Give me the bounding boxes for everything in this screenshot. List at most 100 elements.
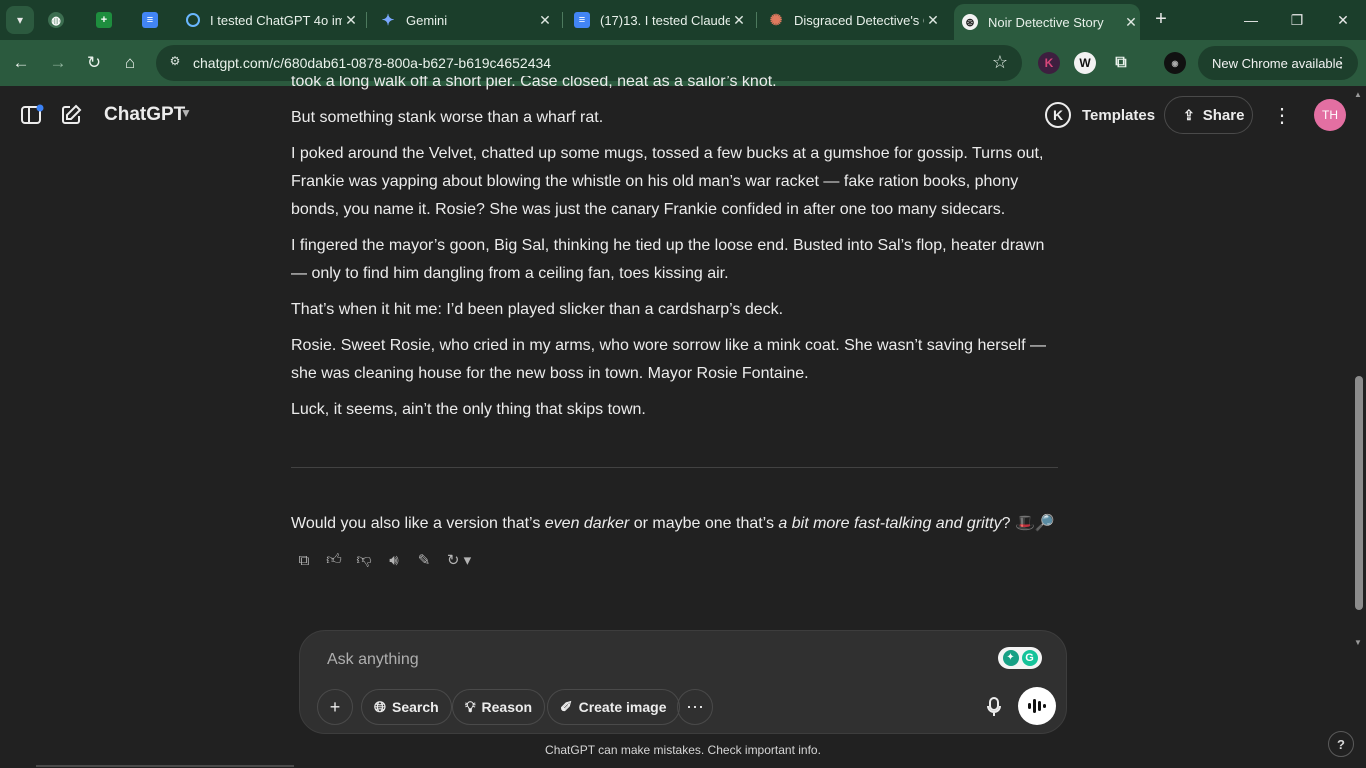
bookmark-star-icon[interactable]: ☆ [992, 52, 1008, 73]
tab-search-button[interactable]: ▾ [6, 6, 34, 34]
followup-question: Would you also like a version that’s eve… [291, 510, 1055, 538]
close-icon[interactable]: ✕ [1122, 14, 1140, 31]
reason-label: Reason [481, 699, 533, 715]
docs-icon: ≡ [574, 12, 590, 28]
gemini-icon: ✦ [381, 12, 395, 29]
search-button[interactable]: 🌐︎ Search [361, 689, 452, 725]
close-icon[interactable]: ✕ [924, 12, 942, 29]
search-label: Search [392, 699, 439, 715]
message-paragraph: took a long walk off a short pier. Case … [291, 76, 1061, 96]
tab-pinned-2[interactable]: + [96, 4, 126, 36]
tab-strip: ▾ ◍ + ≡ I tested ChatGPT 4o im ✕ ✦ Gemin… [0, 0, 1366, 40]
grammarly-icon: G [1021, 650, 1038, 666]
update-label: New Chrome available [1212, 55, 1343, 71]
message-paragraph: I poked around the Velvet, chatted up so… [291, 145, 1044, 218]
site-info-icon[interactable]: ⚙ [166, 54, 184, 72]
claude-icon: ✺ [769, 12, 783, 29]
templates-button[interactable]: Templates [1082, 107, 1155, 124]
share-button[interactable]: ⇪ Share [1164, 96, 1253, 134]
more-tools-button[interactable]: ⋯ [677, 689, 713, 725]
forward-button[interactable]: → [45, 50, 71, 76]
back-button[interactable]: ← [8, 50, 34, 76]
create-image-label: Create image [578, 699, 667, 715]
share-icon: ⇪ [1183, 106, 1195, 123]
minimize-button[interactable]: — [1228, 0, 1274, 40]
model-selector[interactable]: ChatGPT [104, 104, 185, 126]
grammarly-widget[interactable]: ✦ G [998, 647, 1042, 669]
close-window-button[interactable]: ✕ [1320, 0, 1366, 40]
lightbulb-icon: ✦ [1002, 650, 1019, 666]
tab-claude-doc[interactable]: ≡ (17)13. I tested Claude ✕ [574, 4, 748, 36]
help-button[interactable]: ? [1328, 731, 1354, 757]
avatar[interactable]: TH [1314, 99, 1346, 131]
prompt-input[interactable]: Ask anything [327, 651, 419, 669]
tab-title: Gemini [406, 12, 448, 28]
tab-title: (17)13. I tested Claude [600, 12, 730, 28]
sidebar-icon [21, 104, 44, 124]
sidebar-toggle-button[interactable] [20, 104, 46, 130]
paragraph-text: took a long walk off a short pier. Case … [291, 76, 777, 90]
docs-icon: ≡ [142, 12, 158, 28]
tab-chatgpt-test[interactable]: I tested ChatGPT 4o im ✕ [186, 4, 360, 36]
image-brush-icon: ✐ [560, 699, 573, 716]
chevron-down-icon: ▾ [16, 13, 24, 27]
message-paragraph: Luck, it seems, ain’t the only thing tha… [291, 401, 646, 418]
restore-button[interactable]: ❐ [1274, 0, 1320, 40]
close-icon[interactable]: ✕ [342, 12, 360, 29]
close-icon[interactable]: ✕ [730, 12, 748, 29]
share-label: Share [1202, 106, 1245, 124]
tab-separator [562, 12, 563, 28]
attach-button[interactable]: + [317, 689, 353, 725]
message-paragraph: I fingered the mayor’s goon, Big Sal, th… [291, 237, 1045, 282]
more-options-icon[interactable]: ⋮ [1272, 103, 1292, 128]
url-text[interactable]: chatgpt.com/c/680dab61-0878-800a-b627-b6… [193, 55, 551, 71]
home-icon: ⌂ [124, 53, 136, 72]
followup-emphasis: even darker [544, 515, 630, 532]
message-paragraph: Rosie. Sweet Rosie, who cried in my arms… [291, 337, 1046, 382]
tab-claude[interactable]: ✺ Disgraced Detective's C ✕ [768, 4, 942, 36]
tab-separator [756, 12, 757, 28]
voice-mode-button[interactable] [1018, 687, 1056, 725]
new-tab-button[interactable]: + [1150, 8, 1172, 30]
scroll-up-icon[interactable]: ▲ [1354, 90, 1362, 99]
scroll-down-icon[interactable]: ▼ [1354, 638, 1362, 647]
reason-button[interactable]: 💡︎ Reason [452, 689, 546, 725]
tab-title: I tested ChatGPT 4o im [210, 12, 342, 28]
message-paragraph: But something stank worse than a wharf r… [291, 109, 604, 126]
arrow-left-icon: ← [12, 53, 30, 72]
extension-k-icon[interactable]: K [1038, 52, 1060, 74]
refresh-favicon [186, 13, 200, 27]
tab-noir-active[interactable]: ⊛ Noir Detective Story ✕ [954, 4, 1140, 40]
extensions-puzzle-icon[interactable]: ⧉ [1110, 52, 1132, 74]
section-divider [291, 467, 1058, 468]
microphone-icon [987, 697, 1001, 716]
chrome-update-button[interactable]: New Chrome available ⋮ [1198, 46, 1358, 80]
extension-w-icon[interactable]: W [1074, 52, 1096, 74]
create-image-button[interactable]: ✐ Create image [547, 689, 680, 725]
reload-icon: ↻ [86, 53, 102, 72]
tab-pinned-1[interactable]: ◍ [48, 4, 78, 36]
reload-button[interactable]: ↻ [81, 50, 107, 76]
profile-icon[interactable]: ◉ [1164, 52, 1186, 74]
canvas-edit-icon[interactable]: ✎ [409, 548, 439, 572]
new-chat-button[interactable] [60, 104, 86, 130]
thumbs-up-icon[interactable]: 👍︎ [319, 548, 349, 572]
read-aloud-icon[interactable]: 🔊︎ [379, 548, 409, 572]
tab-title: Noir Detective Story [988, 14, 1104, 30]
tab-gemini[interactable]: ✦ Gemini ✕ [380, 4, 554, 36]
scrollbar-thumb[interactable] [1355, 376, 1363, 610]
chevron-down-icon[interactable]: ▼ [180, 106, 192, 120]
thumbs-down-icon[interactable]: 👎︎ [349, 548, 379, 572]
followup-text: ? 🎩🔎 [1001, 515, 1055, 532]
globe-icon: ◍ [48, 12, 64, 28]
disclaimer-text: ChatGPT can make mistakes. Check importa… [545, 743, 821, 757]
assistant-message: took a long walk off a short pier. Case … [291, 76, 1061, 432]
tab-pinned-3[interactable]: ≡ [142, 4, 172, 36]
plus-icon: + [329, 696, 341, 717]
close-icon[interactable]: ✕ [536, 12, 554, 29]
regenerate-icon[interactable]: ↻ ▾ [439, 548, 479, 572]
home-button[interactable]: ⌂ [117, 50, 143, 76]
dictate-button[interactable] [976, 689, 1012, 725]
copy-icon[interactable]: ⧉ [289, 548, 319, 572]
more-horiz-icon: ⋯ [686, 696, 704, 717]
